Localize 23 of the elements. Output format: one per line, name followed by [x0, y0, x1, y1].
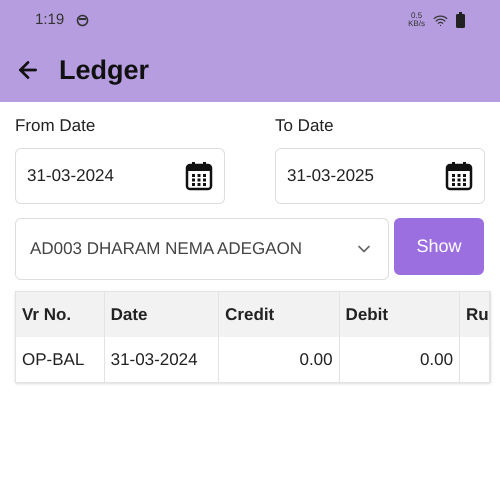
column-header: Debit — [346, 304, 388, 326]
status-app-icon — [76, 14, 90, 26]
date-field[interactable]: 31-03-2024 — [15, 148, 225, 204]
calendar-icon[interactable] — [445, 161, 473, 191]
column-header: Ru — [466, 304, 489, 326]
field-label: To Date — [275, 115, 335, 137]
table-cell-text: 31-03-2024 — [110, 348, 198, 371]
field-label: From Date — [15, 115, 96, 137]
network-speed: 0.5 KB/s — [408, 12, 425, 28]
wifi-icon — [433, 12, 448, 28]
table-cell-text: 0.00 — [300, 348, 333, 371]
column-header: Credit — [225, 304, 274, 326]
page-title: Ledger — [59, 54, 150, 87]
account-dropdown[interactable]: AD003 DHARAM NEMA ADEGAON — [15, 218, 389, 280]
show-button[interactable]: Show — [394, 218, 484, 275]
column-header: Vr No. — [22, 304, 72, 326]
column-header: Date — [110, 304, 148, 326]
status-time: 1:19 — [35, 10, 64, 30]
table-cell-text: 0.00 — [420, 348, 454, 371]
table-cell-text: OP-BAL — [22, 348, 84, 371]
battery-icon — [456, 12, 465, 28]
calendar-icon[interactable] — [185, 161, 213, 191]
date-field[interactable]: 31-03-2025 — [275, 148, 485, 204]
